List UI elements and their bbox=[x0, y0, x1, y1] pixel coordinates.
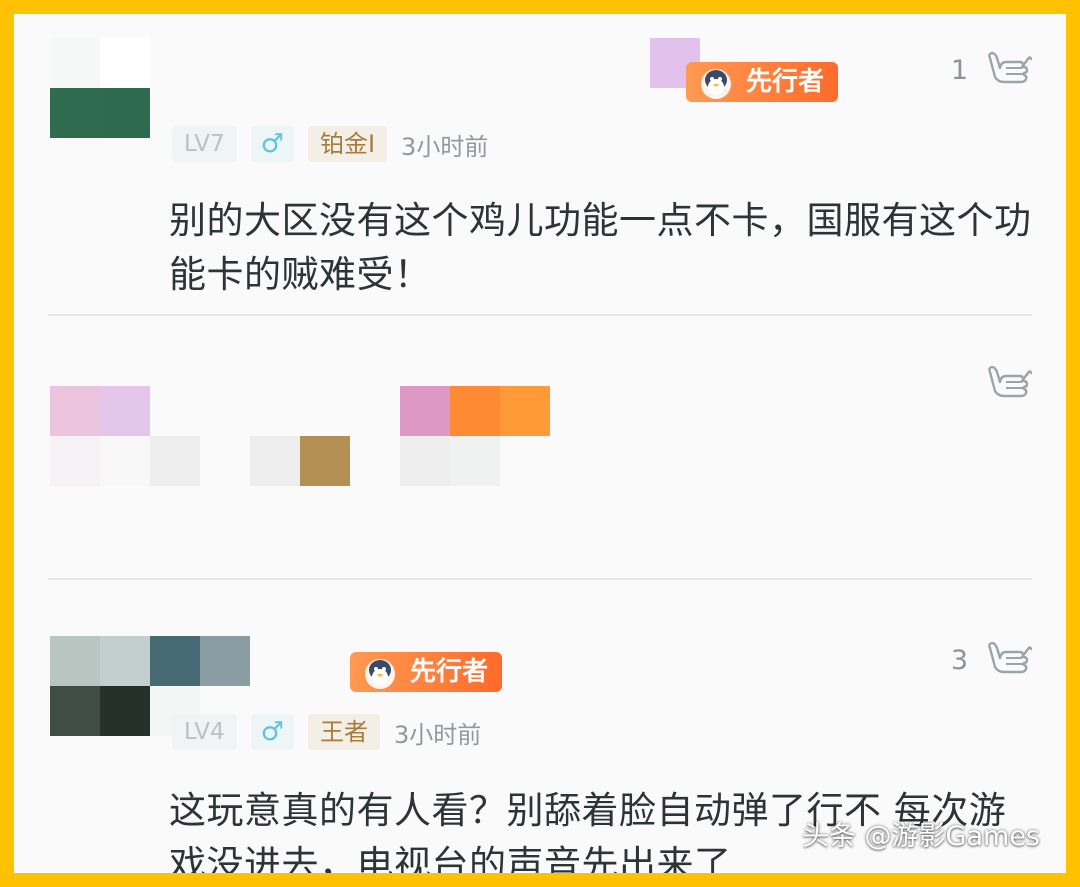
badge-label: 先行者 bbox=[410, 657, 489, 687]
comment-item: 先行者 LV7 ♂ 铂金I 3小时前 1 别的大区没有这个鸡儿功能一点不卡，国服… bbox=[14, 14, 1066, 314]
gender-male-icon: ♂ bbox=[250, 714, 294, 750]
gender-male-icon: ♂ bbox=[250, 126, 294, 162]
user-meta: LV4 ♂ 王者 3小时前 bbox=[172, 714, 481, 750]
level-chip: LV4 bbox=[172, 714, 237, 750]
comment-list: 先行者 LV7 ♂ 铂金I 3小时前 1 别的大区没有这个鸡儿功能一点不卡，国服… bbox=[14, 14, 1066, 873]
timestamp: 3小时前 bbox=[393, 720, 482, 749]
shaka-hand-icon bbox=[988, 365, 1032, 398]
avatar[interactable] bbox=[50, 38, 150, 138]
like-button[interactable]: 3 bbox=[951, 640, 1032, 680]
rank-chip: 王者 bbox=[307, 714, 380, 750]
timestamp: 3小时前 bbox=[401, 132, 489, 161]
avatar[interactable] bbox=[50, 636, 150, 736]
comment-text: 别的大区没有这个鸡儿功能一点不卡，国服有这个功能卡的贼难受！ bbox=[169, 199, 1032, 296]
pioneer-badge: 先行者 bbox=[350, 652, 503, 692]
avatar[interactable] bbox=[50, 386, 150, 486]
level-chip: LV7 bbox=[172, 126, 237, 162]
shaka-hand-icon bbox=[988, 641, 1032, 674]
rank-chip: 铂金I bbox=[307, 126, 388, 162]
comment-item bbox=[14, 316, 1066, 578]
penguin-icon bbox=[701, 69, 731, 99]
badge-label: 先行者 bbox=[746, 67, 825, 97]
shaka-hand-icon bbox=[988, 51, 1032, 84]
user-meta: LV7 ♂ 铂金I 3小时前 bbox=[172, 126, 488, 162]
watermark: 头条 @游影Games bbox=[801, 821, 1040, 852]
like-button[interactable] bbox=[968, 364, 1032, 404]
penguin-icon bbox=[365, 659, 395, 689]
pioneer-badge: 先行者 bbox=[686, 62, 839, 102]
like-count: 3 bbox=[950, 644, 968, 676]
like-button[interactable]: 1 bbox=[951, 50, 1032, 90]
like-count: 1 bbox=[950, 54, 968, 86]
